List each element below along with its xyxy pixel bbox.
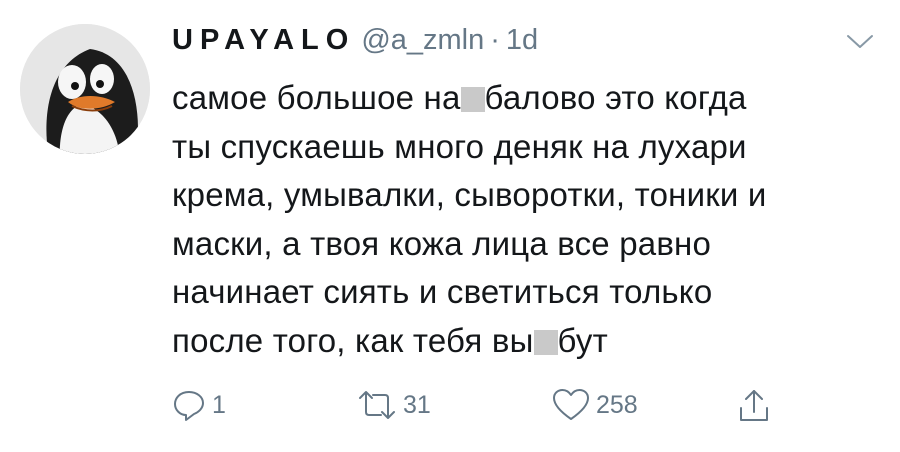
retweet-icon bbox=[359, 391, 395, 419]
tweet-line: самое большое на балово это когда bbox=[172, 79, 747, 116]
display-name[interactable]: UPAYALO bbox=[172, 24, 355, 57]
tweet-line: крема, умывалки, сыворотки, тоники и bbox=[172, 176, 767, 213]
like-button[interactable]: 258 bbox=[552, 388, 638, 422]
user-handle[interactable]: @a_zmln bbox=[361, 24, 484, 57]
tweet-text: самое большое на балово это когда ты спус… bbox=[172, 74, 872, 365]
censor-block bbox=[460, 87, 485, 112]
share-button[interactable] bbox=[737, 388, 771, 424]
tweet-actions: 1 31 258 bbox=[172, 388, 792, 428]
censor-block bbox=[533, 329, 558, 355]
reply-button[interactable]: 1 bbox=[172, 388, 226, 422]
heart-icon bbox=[553, 389, 589, 420]
share-icon bbox=[740, 390, 768, 421]
tweet-card: UPAYALO @a_zmln · 1d самое большое на бал… bbox=[0, 0, 900, 452]
retweet-button[interactable]: 31 bbox=[357, 388, 431, 422]
tweet-header: UPAYALO @a_zmln · 1d bbox=[172, 24, 538, 57]
tweet-line: начинает сиять и светиться только bbox=[172, 273, 713, 310]
reply-icon bbox=[174, 391, 204, 421]
reply-count: 1 bbox=[212, 390, 226, 419]
avatar[interactable] bbox=[20, 24, 150, 154]
retweet-count: 31 bbox=[403, 390, 431, 419]
chevron-down-icon[interactable] bbox=[845, 32, 875, 52]
tweet-line: после того, как тебя вы бут bbox=[172, 321, 608, 359]
timestamp[interactable]: 1d bbox=[506, 24, 538, 57]
tweet-line: маски, а твоя кожа лица все равно bbox=[172, 224, 712, 262]
tweet-line: ты спускаешь много деняк на лухари bbox=[172, 127, 747, 165]
like-count: 258 bbox=[596, 390, 638, 419]
separator-dot: · bbox=[490, 24, 500, 56]
penguin-icon bbox=[20, 24, 150, 154]
